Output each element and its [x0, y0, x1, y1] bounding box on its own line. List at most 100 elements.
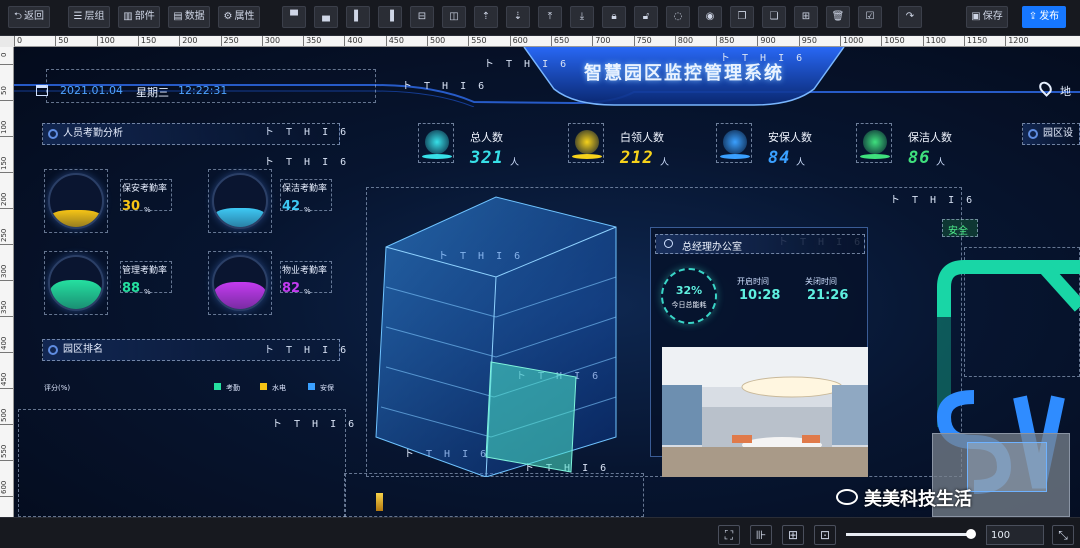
attendance-section-title: 人员考勤分析 — [42, 123, 340, 145]
preview-icon: ⊡ — [819, 528, 831, 542]
lock-button[interactable]: 🔒︎ — [602, 6, 626, 28]
copy-button[interactable]: ❐ — [730, 6, 754, 28]
person-icon — [418, 123, 454, 163]
chart-icon: ▥ — [123, 11, 133, 22]
liquid-fill — [50, 210, 102, 227]
align-vcenter-button[interactable]: ⊟ — [410, 6, 434, 28]
publish-button[interactable]: ⇪ 发布 — [1022, 6, 1066, 28]
back-button[interactable]: ⮌ 返回 — [8, 6, 50, 28]
align-bottom-button[interactable]: ▄ — [314, 6, 338, 28]
attendance-value: 42 — [282, 199, 301, 214]
preview-button[interactable]: ⊡ — [814, 525, 836, 545]
zoom-input[interactable] — [986, 525, 1044, 545]
align-top-icon: ▀ — [290, 11, 298, 22]
copy-icon: ❐ — [737, 11, 747, 22]
ruler-tick: 350 — [0, 299, 13, 317]
attendance-unit: % — [304, 288, 311, 296]
kpi-value: 321 — [470, 148, 504, 168]
duplicate-icon: ⊞ — [801, 11, 811, 22]
align-hcenter-button[interactable]: ◫ — [442, 6, 466, 28]
collapse-icon: ⤡ — [1058, 528, 1068, 542]
grid-button[interactable]: ⊞ — [782, 525, 804, 545]
show-button[interactable]: ◉ — [698, 6, 722, 28]
delete-button[interactable]: 🗑︎ — [826, 6, 850, 28]
send-bottom-button[interactable]: ⤓ — [570, 6, 594, 28]
office-title-bar: 总经理办公室 — [655, 234, 865, 254]
attendance-label: 物业考勤率 — [282, 266, 328, 276]
align-top-button[interactable]: ▀ — [282, 6, 306, 28]
hide-button[interactable]: ◌ — [666, 6, 690, 28]
ruler-tick: 800 — [674, 36, 693, 46]
components-button[interactable]: ▥ 部件 — [118, 6, 160, 28]
person-icon — [568, 123, 604, 163]
align-right-button[interactable]: ▐ — [378, 6, 402, 28]
ruler-tick: 1150 — [963, 36, 987, 46]
attendance-value: 88 — [122, 281, 141, 296]
ruler-top: 0 50 100 150 200 250 300 350 400 450 500 550 600 650 7… — [14, 36, 1080, 47]
office-title: 总经理办公室 — [682, 242, 742, 253]
ruler-tick: 400 — [0, 335, 13, 353]
trash-icon: 🗑︎ — [831, 11, 845, 22]
ruler-tick: 300 — [0, 263, 13, 281]
select-all-button[interactable]: ☑ — [858, 6, 882, 28]
dashboard-canvas[interactable]: 智慧园区监控管理系统 2021.01.04 星期三 12:22:31 地 ト T… — [14, 47, 1080, 517]
attendance-unit: % — [304, 206, 311, 214]
move-up-button[interactable]: ⇡ — [474, 6, 498, 28]
crop-icon: ⛶ — [724, 528, 734, 542]
unlock-button[interactable]: 🔓︎ — [634, 6, 658, 28]
layers-button[interactable]: ☰ 层组 — [68, 6, 110, 28]
liquid-fill — [214, 281, 266, 309]
building-3d-model — [375, 196, 617, 477]
ruler-tick: 250 — [220, 36, 239, 46]
legend-swatch — [308, 383, 315, 390]
legend-label: 安保 — [320, 384, 334, 392]
ruler-tick: 1100 — [922, 36, 946, 46]
person-icon — [716, 123, 752, 163]
redo-icon: ↷ — [905, 11, 915, 22]
redo-button[interactable]: ↷ — [898, 6, 922, 28]
legend-swatch — [214, 383, 221, 390]
zoom-slider-fill — [846, 533, 972, 536]
kpi-value: 212 — [620, 148, 654, 168]
ruler-tick: 900 — [757, 36, 776, 46]
close-time-label: 关闭时间 — [805, 277, 837, 286]
kpi-unit: 人 — [660, 158, 670, 168]
eye-icon: ◉ — [705, 11, 715, 22]
align-left-button[interactable]: ▌ — [346, 6, 370, 28]
align-bottom-icon: ▄ — [322, 11, 330, 22]
kpi-value: 86 — [908, 148, 931, 168]
align-button[interactable]: ⊪ — [750, 525, 772, 545]
attendance-label: 保洁考勤率 — [282, 184, 328, 194]
bring-top-button[interactable]: ⤒ — [538, 6, 562, 28]
ruler-tick: 700 — [592, 36, 610, 46]
back-icon: ⮌ — [13, 11, 22, 22]
ruler-tick: 150 — [137, 36, 156, 46]
kpi-unit: 人 — [936, 158, 946, 168]
ruler-tick: 500 — [427, 36, 445, 46]
fullscreen-button[interactable]: ⤡ — [1052, 525, 1074, 545]
zoom-slider[interactable] — [846, 529, 977, 539]
kpi-unit: 人 — [796, 158, 806, 168]
ranking-section-title: 园区排名 — [42, 339, 340, 361]
save-button[interactable]: ▣ 保存 — [966, 6, 1008, 28]
ruler-tick: 1200 — [1005, 36, 1029, 46]
ruler-tick: 1000 — [840, 36, 863, 46]
kpi-unit: 人 — [510, 158, 520, 168]
paste-icon: ❏ — [769, 11, 779, 22]
ruler-tick: 100 — [0, 119, 13, 137]
fit-screen-button[interactable]: ⛶ — [718, 525, 740, 545]
duplicate-button[interactable]: ⊞ — [794, 6, 818, 28]
minimap-viewport[interactable] — [967, 442, 1047, 492]
data-button[interactable]: ▤ 数据 — [168, 6, 210, 28]
zoom-slider-thumb[interactable] — [966, 529, 977, 539]
ruler-tick: 950 — [798, 36, 817, 46]
paste-button[interactable]: ❏ — [762, 6, 786, 28]
attendance-value: 82 — [282, 281, 301, 296]
properties-button[interactable]: ⚙ 属性 — [218, 6, 260, 28]
move-down-button[interactable]: ⇣ — [506, 6, 530, 28]
ruler-tick: 750 — [633, 36, 652, 46]
arrow-up-icon: ⇡ — [481, 11, 491, 22]
kpi-label: 总人数 — [470, 131, 503, 144]
watermark-text: 美美科技生活 — [864, 489, 972, 510]
liquid-fill — [214, 207, 266, 227]
